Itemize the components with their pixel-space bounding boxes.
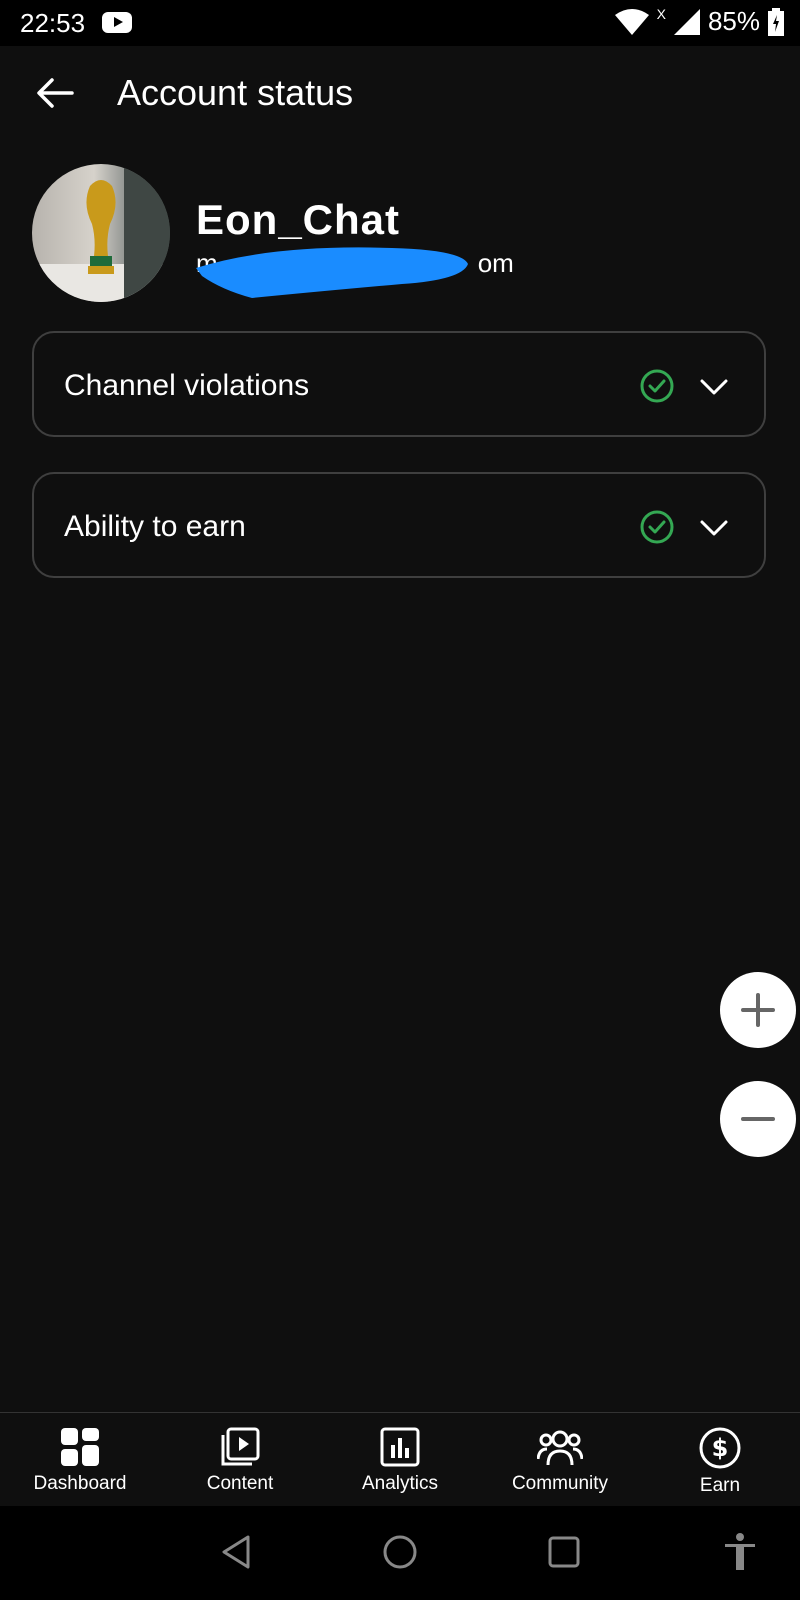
nav-community[interactable]: Community <box>495 1427 625 1495</box>
ability-to-earn-card[interactable]: Ability to earn <box>32 472 766 578</box>
nav-label: Community <box>511 1473 609 1494</box>
nav-label: Dashboard <box>33 1473 127 1494</box>
signal-icon <box>673 8 700 35</box>
channel-avatar <box>32 164 170 302</box>
plus-icon <box>741 993 775 1027</box>
minus-icon <box>741 1117 775 1121</box>
nav-earn[interactable]: $ Earn <box>655 1427 785 1497</box>
chevron-down-icon[interactable] <box>698 512 730 544</box>
chevron-down-icon[interactable] <box>698 371 730 403</box>
battery-icon <box>768 7 784 36</box>
nav-analytics[interactable]: Analytics <box>335 1427 465 1495</box>
dashboard-icon <box>61 1428 99 1466</box>
page-title: Account status <box>117 72 354 113</box>
check-circle-icon <box>640 510 674 544</box>
community-icon <box>537 1430 583 1466</box>
nav-label: Content <box>206 1473 274 1494</box>
card-label: Channel violations <box>64 369 310 402</box>
status-bar: 22:53 X 85% <box>0 0 800 46</box>
status-icons: X 85% <box>614 5 784 37</box>
youtube-notification-icon <box>102 12 132 33</box>
analytics-icon <box>380 1427 420 1467</box>
nav-label: Analytics <box>361 1473 439 1494</box>
nav-content[interactable]: Content <box>175 1427 305 1495</box>
content-icon <box>221 1427 260 1466</box>
nav-label: Earn <box>699 1475 741 1496</box>
app-header: Account status <box>0 46 800 142</box>
card-label: Ability to earn <box>64 510 246 543</box>
channel-violations-card[interactable]: Channel violations <box>32 331 766 437</box>
bottom-navigation: Dashboard Content Analytics Community $ <box>0 1412 800 1507</box>
home-circle-icon[interactable] <box>382 1534 418 1570</box>
earn-icon: $ <box>699 1427 741 1469</box>
nav-dashboard[interactable]: Dashboard <box>15 1427 145 1495</box>
recents-square-icon[interactable] <box>547 1535 581 1569</box>
system-navigation-bar <box>0 1506 800 1600</box>
svg-text:$: $ <box>712 1434 729 1462</box>
back-arrow-icon[interactable] <box>32 70 78 116</box>
zoom-in-button[interactable] <box>720 972 796 1048</box>
status-time: 22:53 <box>20 8 86 38</box>
wifi-icon <box>614 8 649 35</box>
back-triangle-icon[interactable] <box>218 1534 254 1570</box>
network-label: X <box>656 5 666 22</box>
accessibility-icon[interactable] <box>722 1532 758 1572</box>
battery-percent: 85% <box>707 6 760 36</box>
trophy-image <box>32 164 170 302</box>
zoom-out-button[interactable] <box>720 1081 796 1157</box>
redaction-scribble <box>196 247 468 298</box>
check-circle-icon <box>640 369 674 403</box>
channel-name: Eon_Chat <box>196 196 401 243</box>
